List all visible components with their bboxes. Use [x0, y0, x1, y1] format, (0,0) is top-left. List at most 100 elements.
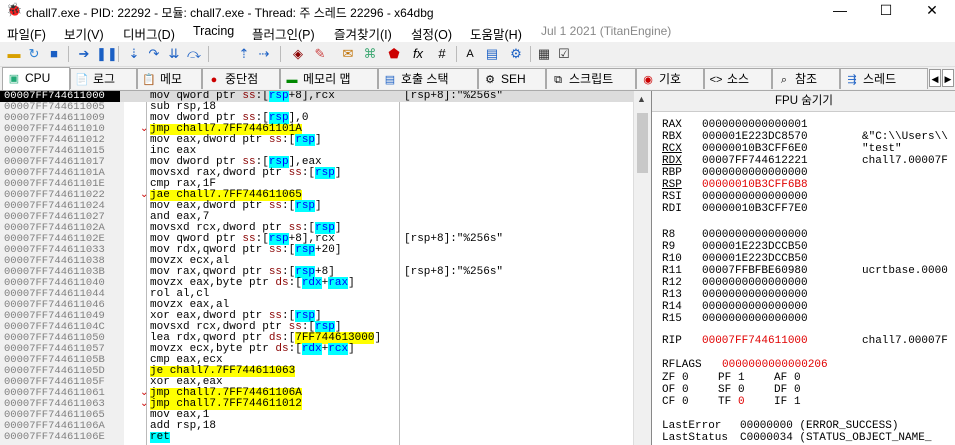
- functions-icon[interactable]: fx: [410, 46, 426, 62]
- step-over-icon[interactable]: ↷: [146, 46, 162, 62]
- register-value[interactable]: 0000000000000000: [702, 313, 862, 325]
- register-value[interactable]: 0000000000000000: [702, 167, 862, 179]
- flag-value[interactable]: 0: [794, 372, 830, 384]
- checklist-icon[interactable]: ☑: [556, 46, 572, 62]
- register-value[interactable]: 00000010B3CFF6E0: [702, 143, 862, 155]
- tab-call-stack[interactable]: ▤ 호출 스택: [378, 68, 478, 89]
- register-r10[interactable]: R10 000001E223DCCB50: [662, 253, 862, 265]
- restart-icon[interactable]: ↻: [26, 46, 42, 62]
- register-value[interactable]: 0000000000000000: [702, 289, 862, 301]
- register-value[interactable]: 0000000000000000: [702, 191, 862, 203]
- register-r12[interactable]: R12 0000000000000000: [662, 277, 862, 289]
- flag-value[interactable]: 1: [738, 372, 774, 384]
- flag-value[interactable]: 0: [682, 372, 718, 384]
- tab-script[interactable]: ⧉ 스크립트: [546, 68, 636, 89]
- register-value[interactable]: 00007FF744611000: [702, 335, 862, 347]
- register-value[interactable]: 00007FFBFBE60980: [702, 265, 862, 277]
- scrollbar-thumb[interactable]: [637, 113, 648, 173]
- register-rdx[interactable]: RDX 00007FF744612221 chall7.00007F: [662, 155, 948, 167]
- disasm-row[interactable]: 00007FF74461106E ret: [0, 432, 633, 443]
- register-rip[interactable]: RIP 00007FF744611000 chall7.00007F: [662, 335, 948, 347]
- tab-breakpoints[interactable]: ● 중단점: [202, 68, 280, 89]
- disassembly-view[interactable]: 00007FF744611000 mov qword ptr ss:[rsp+8]…: [0, 91, 633, 445]
- tab-scroll-right-icon[interactable]: ▶: [942, 69, 954, 87]
- pause-icon[interactable]: ❚❚: [96, 46, 118, 62]
- strings-icon[interactable]: ▤: [484, 46, 500, 62]
- menu-plugins[interactable]: 플러그인(P): [252, 24, 315, 43]
- flag-value[interactable]: 0: [738, 384, 774, 396]
- flag-value[interactable]: 0: [682, 384, 718, 396]
- register-value[interactable]: 00000010B3CFF6B8: [702, 179, 862, 191]
- open-icon[interactable]: ▬: [6, 46, 22, 62]
- calculator-icon[interactable]: ▦: [536, 46, 552, 62]
- register-name: R12: [662, 277, 682, 289]
- register-r11[interactable]: R11 00007FFBFBE60980 ucrtbase.0000: [662, 265, 948, 277]
- register-rbp[interactable]: RBP 0000000000000000: [662, 167, 862, 179]
- settings-icon[interactable]: ⚙: [508, 46, 524, 62]
- trace-into-icon[interactable]: ⇊: [166, 46, 182, 62]
- scroll-up-icon[interactable]: ▲: [637, 94, 646, 104]
- register-r15[interactable]: R15 0000000000000000: [662, 313, 862, 325]
- scylla-icon[interactable]: ◈: [290, 46, 306, 62]
- stop-icon[interactable]: ■: [46, 46, 62, 62]
- patch-icon[interactable]: ✎: [312, 46, 328, 62]
- register-rdi[interactable]: RDI 00000010B3CFF7E0: [662, 203, 862, 215]
- menu-favourites[interactable]: 즐겨찾기(I): [334, 24, 392, 43]
- comments-icon[interactable]: ✉: [340, 46, 356, 62]
- run-icon[interactable]: ➔: [76, 46, 92, 62]
- tab-references[interactable]: ⌕ 참조: [772, 68, 840, 89]
- flag-value[interactable]: 1: [794, 396, 830, 408]
- menu-help[interactable]: 도움말(H): [470, 24, 522, 43]
- menu-debug[interactable]: 디버그(D): [123, 24, 175, 43]
- close-button[interactable]: ✕: [909, 0, 955, 22]
- menu-file[interactable]: 파일(F): [7, 24, 46, 43]
- flag-value[interactable]: 0: [738, 396, 774, 408]
- font-icon[interactable]: A: [462, 46, 478, 62]
- tab-seh[interactable]: ⚙ SEH: [478, 68, 546, 89]
- tab-memory-map[interactable]: ▬ 메모리 맵: [280, 68, 378, 89]
- menu-options[interactable]: 설정(O): [411, 24, 452, 43]
- hide-fpu-button[interactable]: FPU 숨기기: [652, 91, 955, 112]
- register-r13[interactable]: R13 0000000000000000: [662, 289, 862, 301]
- tab-log[interactable]: 📄 로그: [70, 68, 137, 89]
- tab-cpu[interactable]: ▣ CPU: [2, 67, 70, 90]
- register-value[interactable]: 00007FF744612221: [702, 155, 862, 167]
- flag-value[interactable]: 0: [794, 384, 830, 396]
- register-r14[interactable]: R14 0000000000000000: [662, 301, 862, 313]
- register-value[interactable]: 0000000000000001: [702, 119, 862, 131]
- variables-icon[interactable]: #: [434, 46, 450, 62]
- register-value[interactable]: 0000000000000000: [702, 229, 862, 241]
- tab-scroll-left-icon[interactable]: ◀: [929, 69, 941, 87]
- tab-notes[interactable]: 📋 메모: [137, 68, 202, 89]
- register-rax[interactable]: RAX 0000000000000001: [662, 119, 862, 131]
- disassembly-scrollbar[interactable]: ▲: [633, 91, 651, 445]
- register-value[interactable]: 0000000000000206: [722, 359, 882, 371]
- register-value[interactable]: 000001E223DCCB50: [702, 241, 862, 253]
- register-rflags[interactable]: RFLAGS 0000000000000206: [662, 359, 882, 371]
- run-to-user-code-icon[interactable]: ⇢: [256, 46, 272, 62]
- register-value[interactable]: 00000010B3CFF7E0: [702, 203, 862, 215]
- register-value[interactable]: 000001E223DC8570: [702, 131, 862, 143]
- register-rsp[interactable]: RSP 00000010B3CFF6B8: [662, 179, 862, 191]
- register-value[interactable]: 0000000000000000: [702, 277, 862, 289]
- tab-source[interactable]: <> 소스: [704, 68, 772, 89]
- step-into-icon[interactable]: ⇣: [126, 46, 142, 62]
- flag-value[interactable]: 0: [682, 396, 718, 408]
- menu-view[interactable]: 보기(V): [64, 24, 104, 43]
- register-rsi[interactable]: RSI 0000000000000000: [662, 191, 862, 203]
- register-rbx[interactable]: RBX 000001E223DC8570 &"C:\\Users\\: [662, 131, 948, 143]
- register-rcx[interactable]: RCX 00000010B3CFF6E0 "test": [662, 143, 902, 155]
- register-value[interactable]: 0000000000000000: [702, 301, 862, 313]
- tab-threads[interactable]: ⇶ 스레드: [840, 68, 928, 89]
- execute-till-return-icon[interactable]: ⇡: [236, 46, 252, 62]
- register-value[interactable]: 000001E223DCCB50: [702, 253, 862, 265]
- tab-symbols[interactable]: ◉ 기호: [636, 68, 704, 89]
- minimize-button[interactable]: —: [817, 0, 863, 22]
- maximize-button[interactable]: ☐: [863, 0, 909, 22]
- trace-over-icon[interactable]: ⤼: [186, 46, 202, 62]
- menu-tracing[interactable]: Tracing: [193, 24, 234, 38]
- register-r9[interactable]: R9 000001E223DCCB50: [662, 241, 862, 253]
- bookmarks-icon[interactable]: ⬟: [386, 46, 402, 62]
- labels-icon[interactable]: ⌘: [362, 46, 378, 62]
- register-r8[interactable]: R8 0000000000000000: [662, 229, 862, 241]
